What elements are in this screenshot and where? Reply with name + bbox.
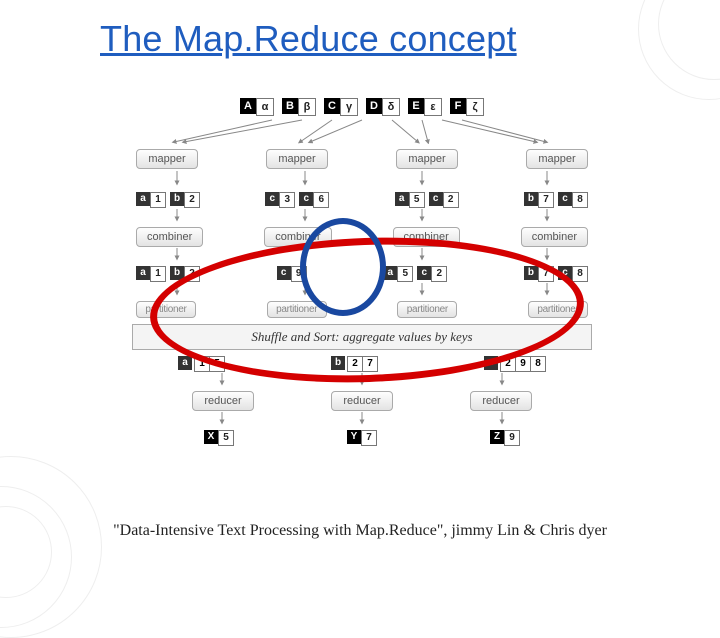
mapreduce-diagram: Aα Bβ Cγ Dδ Eε Fζ mapper mapper mapper m… xyxy=(122,98,602,498)
comb-out: a5 c2 xyxy=(383,266,447,282)
fanout-arrows xyxy=(122,118,602,144)
combiner-node: combiner xyxy=(393,227,460,247)
citation-caption: "Data-Intensive Text Processing with Map… xyxy=(0,522,720,540)
partitioner-node: partitioner xyxy=(267,301,327,318)
comb-out: b7 c8 xyxy=(524,266,588,282)
grouped-values: b 27 xyxy=(331,356,378,372)
final-pair: Z9 xyxy=(490,430,520,446)
shuffle-output-row: a 15 b 27 c 298 xyxy=(122,356,602,372)
map-out: c3 c6 xyxy=(265,192,329,208)
map-out: a1 b2 xyxy=(136,192,200,208)
down-arrows xyxy=(122,411,602,425)
map-out: a5 c2 xyxy=(395,192,459,208)
partitioner-node: partitioner xyxy=(528,301,588,318)
combiner-node: combiner xyxy=(136,227,203,247)
input-pair: Fζ xyxy=(450,98,484,116)
down-arrows xyxy=(122,372,602,386)
final-pair: X5 xyxy=(204,430,234,446)
combiner-row: combiner combiner combiner combiner xyxy=(122,227,602,247)
input-pair: Bβ xyxy=(282,98,316,116)
down-arrows xyxy=(122,282,602,296)
grouped-values: a 15 xyxy=(178,356,225,372)
mapper-node: mapper xyxy=(396,149,458,169)
combiner-node: combiner xyxy=(521,227,588,247)
combiner-node: combiner xyxy=(264,227,331,247)
mapper-node: mapper xyxy=(136,149,198,169)
partitioner-row: partitioner partitioner partitioner part… xyxy=(122,301,602,318)
comb-out: c9 xyxy=(277,266,307,282)
map-out: b7 c8 xyxy=(524,192,588,208)
comb-out: a1 b2 xyxy=(136,266,200,282)
mapper-row: mapper mapper mapper mapper xyxy=(122,149,602,169)
map-output-row: a1 b2 c3 c6 a5 c2 b7 c8 xyxy=(122,192,602,208)
down-arrows xyxy=(122,247,602,261)
shuffle-sort-box: Shuffle and Sort: aggregate values by ke… xyxy=(132,324,592,350)
down-arrows xyxy=(122,208,602,222)
mapper-node: mapper xyxy=(266,149,328,169)
reducer-node: reducer xyxy=(192,391,254,411)
grouped-values: c 298 xyxy=(484,356,546,372)
combine-output-row: a1 b2 c9 a5 c2 b7 c8 xyxy=(122,266,602,282)
mapper-node: mapper xyxy=(526,149,588,169)
reducer-node: reducer xyxy=(470,391,532,411)
partitioner-node: partitioner xyxy=(397,301,457,318)
reducer-row: reducer reducer reducer xyxy=(122,391,602,411)
slide-title: The Map.Reduce concept xyxy=(100,18,720,60)
input-row: Aα Bβ Cγ Dδ Eε Fζ xyxy=(122,98,602,116)
partitioner-node: partitioner xyxy=(136,301,196,318)
input-pair: Eε xyxy=(408,98,442,116)
final-pair: Y7 xyxy=(347,430,377,446)
final-output-row: X5 Y7 Z9 xyxy=(122,430,602,446)
input-pair: Aα xyxy=(240,98,274,116)
reducer-node: reducer xyxy=(331,391,393,411)
input-pair: Dδ xyxy=(366,98,400,116)
input-pair: Cγ xyxy=(324,98,358,116)
down-arrows xyxy=(122,169,602,187)
